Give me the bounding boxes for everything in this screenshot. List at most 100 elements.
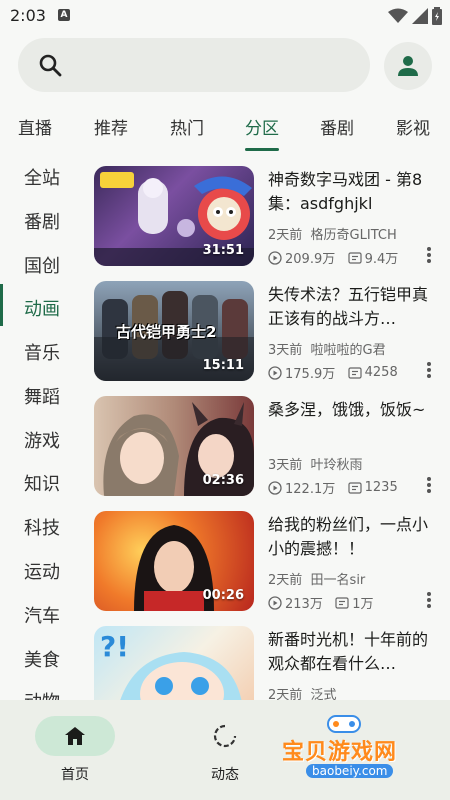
sidebar-item-animation[interactable]: 动画 (24, 295, 60, 321)
video-stats: 209.9万 9.4万 (268, 248, 398, 267)
video-duration: 00:26 (202, 588, 244, 603)
sidebar-item-music[interactable]: 音乐 (24, 339, 60, 365)
more-options-icon[interactable] (426, 476, 432, 494)
comment-count: 1万 (352, 597, 374, 612)
video-duration: 15:11 (202, 358, 244, 373)
video-meta: 2天前 田一名sir (268, 569, 365, 588)
video-title[interactable]: 桑多涅，饿饿，饭饭~ (268, 398, 434, 422)
view-count: 175.9万 (285, 367, 336, 382)
sidebar-item-bangumi[interactable]: 番剧 (24, 208, 60, 234)
thumbnail-overlay-text: 古代铠甲勇士2 (116, 323, 217, 341)
video-time-ago: 3天前 (268, 343, 303, 358)
play-count-icon (268, 365, 282, 380)
anime-face-thumbnail-art: ?! (100, 630, 242, 700)
video-author[interactable]: 田一名sir (311, 573, 366, 588)
video-meta: 3天前 叶玲秋雨 (268, 454, 363, 473)
tab-hot[interactable]: 热门 (170, 114, 204, 139)
video-duration: 02:36 (202, 473, 244, 488)
search-bar[interactable] (18, 38, 370, 92)
video-card[interactable]: 02:36 桑多涅，饿饿，饭饭~ 3天前 叶玲秋雨 122.1万 1235 (94, 390, 440, 498)
watermark-logo: 宝贝游戏网 baobeiy.com (276, 712, 426, 792)
tab-live[interactable]: 直播 (18, 114, 52, 139)
danmaku-count-icon (335, 596, 349, 609)
profile-button[interactable] (384, 42, 432, 90)
video-time-ago: 2天前 (268, 688, 303, 700)
video-stats: 213万 1万 (268, 593, 374, 612)
video-title[interactable]: 给我的粉丝们，一点小小的震撼！！ (268, 513, 434, 561)
sidebar-item-animals[interactable]: 动物 (24, 688, 60, 700)
video-time-ago: 2天前 (268, 228, 303, 243)
more-options-icon[interactable] (426, 361, 432, 379)
sidebar-item-food[interactable]: 美食 (24, 646, 60, 672)
gamepad-icon (327, 715, 361, 733)
watermark-url: baobeiy.com (306, 764, 394, 778)
video-time-ago: 3天前 (268, 458, 303, 473)
sidebar-item-dance[interactable]: 舞蹈 (24, 383, 60, 409)
comment-count: 9.4万 (364, 252, 399, 267)
nav-home[interactable]: 首页 (0, 700, 150, 800)
nav-home-label: 首页 (61, 767, 89, 783)
video-stats: 175.9万 4258 (268, 363, 398, 382)
video-thumbnail[interactable]: ?! (94, 626, 254, 700)
status-time: 2:03 (10, 6, 46, 25)
video-author[interactable]: 啦啦啦的G君 (311, 343, 386, 358)
video-author[interactable]: 泛式 (311, 688, 337, 700)
sidebar-item-game[interactable]: 游戏 (24, 427, 60, 453)
category-tabs: 直播 推荐 热门 分区 番剧 影视 (0, 100, 450, 152)
tab-recommend[interactable]: 推荐 (94, 114, 128, 139)
play-count-icon (268, 480, 282, 495)
sidebar-item-knowledge[interactable]: 知识 (24, 470, 60, 496)
zone-sidebar: 全站 番剧 国创 动画 音乐 舞蹈 游戏 知识 科技 运动 汽车 美食 动物 (0, 152, 78, 700)
video-time-ago: 2天前 (268, 573, 303, 588)
danmaku-count-icon (348, 251, 362, 264)
video-card[interactable]: ?! 新番时光机！十年前的观众都在看什么… 2天前 泛式 (94, 620, 440, 700)
play-count-icon (268, 250, 282, 265)
video-card[interactable]: 00:26 给我的粉丝们，一点小小的震撼！！ 2天前 田一名sir 213万 1… (94, 505, 440, 613)
sidebar-item-tech[interactable]: 科技 (24, 514, 60, 540)
tab-movies[interactable]: 影视 (396, 114, 430, 139)
comment-count: 1235 (364, 480, 398, 495)
more-options-icon[interactable] (426, 246, 432, 264)
sidebar-item-sports[interactable]: 运动 (24, 558, 60, 584)
tab-zones[interactable]: 分区 (245, 114, 279, 139)
video-duration: 31:51 (202, 243, 244, 258)
video-author[interactable]: 格历奇GLITCH (311, 228, 397, 243)
watermark-title: 宝贝游戏网 (282, 740, 398, 765)
sidebar-item-guochuang[interactable]: 国创 (24, 252, 60, 278)
signal-icon (412, 8, 428, 24)
more-options-icon[interactable] (426, 591, 432, 609)
video-card[interactable]: 31:51 神奇数字马戏团 - 第8集：asdfghjkl 2天前 格历奇GLI… (94, 160, 440, 268)
search-icon (39, 54, 62, 77)
play-count-icon (268, 595, 282, 610)
nav-dynamic-pill (185, 716, 265, 756)
danmaku-count-icon (348, 366, 362, 379)
tab-bangumi[interactable]: 番剧 (320, 114, 354, 139)
video-title[interactable]: 新番时光机！十年前的观众都在看什么… (268, 628, 434, 676)
video-meta: 2天前 格历奇GLITCH (268, 224, 397, 243)
person-icon (398, 56, 418, 76)
active-sidebar-indicator (0, 284, 3, 326)
video-stats: 122.1万 1235 (268, 478, 398, 497)
sidebar-item-cars[interactable]: 汽车 (24, 602, 60, 628)
danmaku-count-icon (348, 481, 362, 494)
active-tab-indicator (245, 148, 279, 151)
video-author[interactable]: 叶玲秋雨 (311, 458, 363, 473)
view-count: 209.9万 (285, 252, 336, 267)
video-title[interactable]: 神奇数字马戏团 - 第8集：asdfghjkl (268, 168, 434, 216)
status-bar: 2:03 A (0, 0, 450, 32)
video-title[interactable]: 失传术法？五行铠甲真正该有的战斗方… (268, 283, 434, 331)
video-meta: 3天前 啦啦啦的G君 (268, 339, 386, 358)
video-thumbnail[interactable]: 02:36 (94, 396, 254, 496)
view-count: 213万 (285, 597, 323, 612)
video-thumbnail[interactable]: 31:51 (94, 166, 254, 266)
video-thumbnail[interactable]: 00:26 (94, 511, 254, 611)
video-meta: 2天前 泛式 (268, 684, 337, 700)
status-icons (388, 7, 442, 25)
video-thumbnail[interactable]: 古代铠甲勇士2 15:11 (94, 281, 254, 381)
refresh-icon (213, 724, 237, 748)
wifi-icon (388, 8, 408, 23)
comment-count: 4258 (364, 365, 398, 380)
video-card[interactable]: 古代铠甲勇士2 15:11 失传术法？五行铠甲真正该有的战斗方… 3天前 啦啦啦… (94, 275, 440, 383)
svg-text:?!: ?! (100, 630, 129, 663)
sidebar-item-all[interactable]: 全站 (24, 164, 60, 190)
